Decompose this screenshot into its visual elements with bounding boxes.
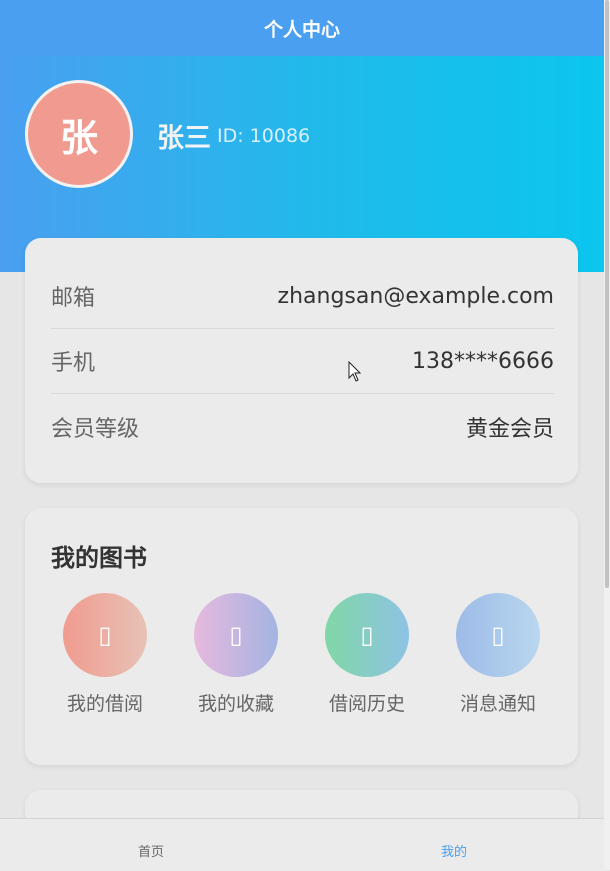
user-info-card: 邮箱 zhangsan@example.com 手机 138****6666 会… <box>25 238 578 483</box>
info-row-phone: 手机 138****6666 <box>51 329 554 393</box>
info-label: 邮箱 <box>51 286 96 311</box>
info-row-email: 邮箱 zhangsan@example.com <box>51 264 554 328</box>
info-value: zhangsan@example.com <box>277 283 554 309</box>
user-id: ID: 10086 <box>217 125 311 147</box>
page-title: 个人中心 <box>263 18 340 41</box>
section-title: 我的图书 <box>51 544 147 572</box>
info-value: 黄金会员 <box>465 417 554 442</box>
scrollbar-thumb[interactable] <box>605 0 609 588</box>
info-label: 手机 <box>51 351 96 376</box>
my-borrow-button[interactable]: ▯ 我的借阅 <box>50 593 160 723</box>
mouse-cursor-icon <box>348 361 362 382</box>
my-books-card: 我的图书 ▯ 我的借阅 ▯ 我的收藏 ▯ 借阅历史 ▯ 消息通知 <box>25 508 578 765</box>
bottom-tab-bar: 首页 我的 <box>0 818 604 871</box>
menu-label: 借阅历史 <box>328 693 405 715</box>
user-name: 张三 <box>157 123 211 154</box>
info-value: 138****6666 <box>412 348 554 374</box>
menu-label: 我的借阅 <box>66 693 143 715</box>
my-favorites-button[interactable]: ▯ 我的收藏 <box>181 593 291 723</box>
notifications-button[interactable]: ▯ 消息通知 <box>443 593 553 723</box>
avatar-initial: 张 <box>59 115 98 160</box>
menu-label: 消息通知 <box>459 693 536 715</box>
avatar[interactable]: 张 <box>25 80 133 188</box>
info-row-member-level: 会员等级 黄金会员 <box>51 395 554 459</box>
heart-icon: ▯ <box>194 593 278 677</box>
info-label: 会员等级 <box>51 417 140 442</box>
borrow-history-button[interactable]: ▯ 借阅历史 <box>312 593 422 723</box>
book-icon: ▯ <box>63 593 147 677</box>
page-header: 个人中心 <box>0 0 604 56</box>
divider <box>51 393 554 394</box>
tab-home[interactable]: 首页 <box>138 841 164 860</box>
menu-label: 我的收藏 <box>197 693 274 715</box>
history-icon: ▯ <box>325 593 409 677</box>
bell-icon: ▯ <box>456 593 540 677</box>
tab-mine[interactable]: 我的 <box>441 841 467 860</box>
